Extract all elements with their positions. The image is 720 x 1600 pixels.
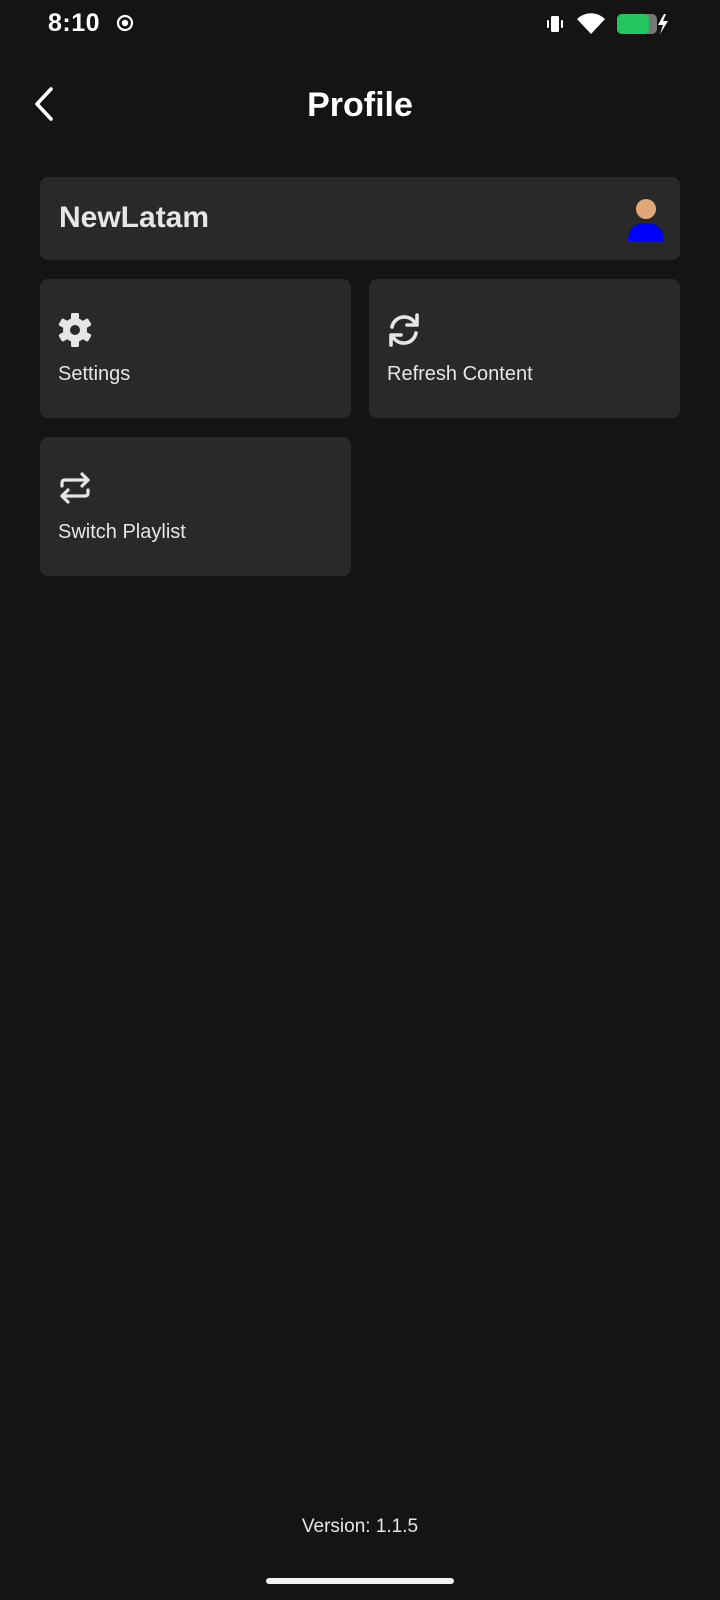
status-bar: 8:10 <box>0 0 720 48</box>
switch-playlist-label: Switch Playlist <box>58 521 186 543</box>
header-bar: Profile <box>0 72 720 142</box>
home-indicator[interactable] <box>266 1578 454 1584</box>
settings-label: Settings <box>58 363 131 385</box>
refresh-content-label: Refresh Content <box>387 363 533 385</box>
refresh-icon <box>389 313 419 347</box>
battery-charging-icon <box>617 14 668 34</box>
profile-card[interactable]: NewLatam <box>40 177 680 260</box>
profile-screen: 8:10 Profile NewLatam Settings Refresh C… <box>0 0 720 1600</box>
version-text: Version: 1.1.5 <box>301 1516 419 1537</box>
status-icons <box>544 12 672 36</box>
status-time: 8:10 <box>48 9 101 37</box>
record-icon <box>116 14 134 32</box>
vibrate-icon <box>547 16 563 32</box>
refresh-content-tile[interactable]: Refresh Content <box>369 279 680 418</box>
settings-tile[interactable]: Settings <box>40 279 351 418</box>
user-avatar-icon <box>628 199 664 241</box>
swap-arrows-icon <box>60 472 90 504</box>
profile-name: NewLatam <box>59 201 210 234</box>
wifi-icon <box>577 13 605 34</box>
page-title: Profile <box>307 86 413 124</box>
switch-playlist-tile[interactable]: Switch Playlist <box>40 437 351 576</box>
gear-icon <box>58 313 92 347</box>
